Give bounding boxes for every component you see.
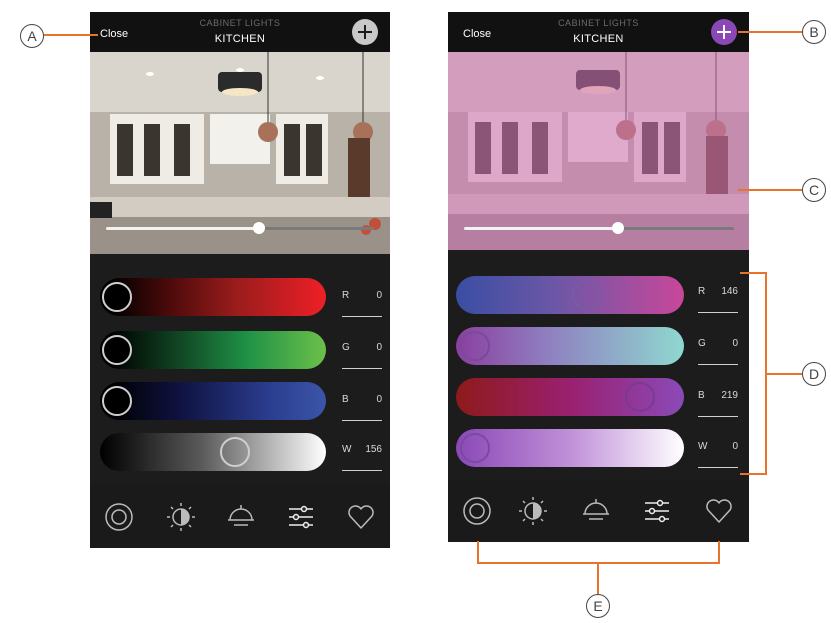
blue-slider-knob[interactable] (102, 386, 132, 416)
sliders-icon (289, 505, 313, 529)
callout-b-line (738, 31, 802, 33)
white-slider-knob[interactable] (220, 437, 250, 467)
channel-b-label: B (698, 390, 705, 401)
group-subtitle: CABINET LIGHTS (199, 18, 281, 28)
channel-g-label: G (342, 342, 350, 353)
green-slider-knob[interactable] (102, 335, 132, 365)
room-title: KITCHEN (214, 33, 266, 45)
callout-a-line (44, 34, 98, 36)
color-panel: R 0 G 0 B 0 W 156 (90, 254, 390, 484)
tab-color-wheel[interactable] (462, 496, 492, 526)
sun-moon-icon (167, 503, 195, 531)
channel-b-label: B (342, 394, 349, 405)
tab-lamp[interactable] (226, 502, 256, 532)
white-slider[interactable] (100, 433, 326, 471)
callout-e: E (586, 594, 610, 618)
tab-bar (90, 486, 390, 548)
room-photo (90, 52, 390, 254)
tab-sliders[interactable] (274, 486, 328, 548)
divider (698, 416, 738, 417)
channel-r-value[interactable]: 0 (376, 290, 382, 301)
channel-w-label: W (698, 441, 708, 452)
callout-a: A (20, 24, 44, 48)
channel-r-value[interactable]: 146 (721, 286, 738, 297)
lamp-icon (228, 505, 254, 526)
tab-color-wheel[interactable] (104, 502, 134, 532)
channel-b-value[interactable]: 219 (721, 390, 738, 401)
sun-moon-icon (519, 497, 547, 525)
red-slider-knob[interactable] (572, 280, 602, 310)
lamp-icon (583, 499, 609, 520)
app-screen-left: Close CABINET LIGHTS KITCHEN R 0 G 0 B 0… (90, 12, 390, 548)
tab-sliders[interactable] (642, 496, 672, 526)
red-slider[interactable] (456, 276, 684, 314)
add-button[interactable] (711, 19, 737, 45)
tab-scenes[interactable] (166, 502, 196, 532)
brightness-slider[interactable] (464, 222, 734, 234)
callout-e-line (597, 562, 599, 594)
brightness-knob[interactable] (252, 222, 265, 234)
add-button[interactable] (352, 19, 378, 45)
divider (342, 316, 382, 317)
top-bar: Close CABINET LIGHTS KITCHEN (448, 12, 749, 52)
top-bar: Close CABINET LIGHTS KITCHEN (90, 12, 390, 52)
divider (698, 312, 738, 313)
callout-d-bracket-bottom (740, 473, 767, 475)
color-tint-overlay (448, 52, 749, 250)
divider (342, 368, 382, 369)
color-wheel-icon (463, 497, 491, 525)
tab-lamp[interactable] (581, 496, 611, 526)
group-subtitle: CABINET LIGHTS (558, 18, 639, 28)
tab-favorites[interactable] (704, 496, 734, 526)
blue-slider[interactable] (456, 378, 684, 416)
green-slider-knob[interactable] (460, 331, 490, 361)
divider (342, 420, 382, 421)
callout-d: D (802, 362, 826, 386)
channel-r-label: R (342, 290, 350, 301)
divider (698, 364, 738, 365)
channel-w-value[interactable]: 156 (365, 444, 382, 455)
sliders-icon (645, 499, 669, 523)
channel-g-value[interactable]: 0 (376, 342, 382, 353)
tab-bar (448, 480, 749, 542)
callout-e-bracket-right (718, 541, 720, 563)
callout-e-bracket-left (477, 541, 479, 563)
green-slider[interactable] (100, 331, 326, 369)
blue-slider[interactable] (100, 382, 326, 420)
channel-g-label: G (698, 338, 706, 349)
channel-w-value[interactable]: 0 (732, 441, 738, 452)
callout-c-line (738, 189, 802, 191)
callout-c: C (802, 178, 826, 202)
channel-b-value[interactable]: 0 (376, 394, 382, 405)
color-panel: R 146 G 0 B 219 W 0 (448, 250, 749, 485)
brightness-knob[interactable] (611, 222, 624, 234)
tab-favorites[interactable] (346, 502, 376, 532)
blue-slider-knob[interactable] (625, 382, 655, 412)
color-wheel-icon (105, 503, 133, 531)
room-title: KITCHEN (573, 33, 624, 45)
callout-b: B (802, 20, 826, 44)
red-slider[interactable] (100, 278, 326, 316)
white-slider-knob[interactable] (460, 433, 490, 463)
divider (698, 467, 738, 468)
room-photo (448, 52, 749, 250)
tab-scenes[interactable] (518, 496, 548, 526)
app-screen-right: Close CABINET LIGHTS KITCHEN R 146 G 0 B… (448, 12, 749, 542)
heart-icon (706, 499, 732, 523)
white-slider[interactable] (456, 429, 684, 467)
green-slider[interactable] (456, 327, 684, 365)
channel-r-label: R (698, 286, 706, 297)
callout-d-line (767, 373, 802, 375)
kitchen-image (90, 52, 390, 254)
channel-w-label: W (342, 444, 352, 455)
callout-d-bracket-top (740, 272, 767, 274)
brightness-slider[interactable] (106, 222, 374, 234)
channel-g-value[interactable]: 0 (732, 338, 738, 349)
heart-icon (348, 505, 374, 529)
divider (342, 470, 382, 471)
red-slider-knob[interactable] (102, 282, 132, 312)
